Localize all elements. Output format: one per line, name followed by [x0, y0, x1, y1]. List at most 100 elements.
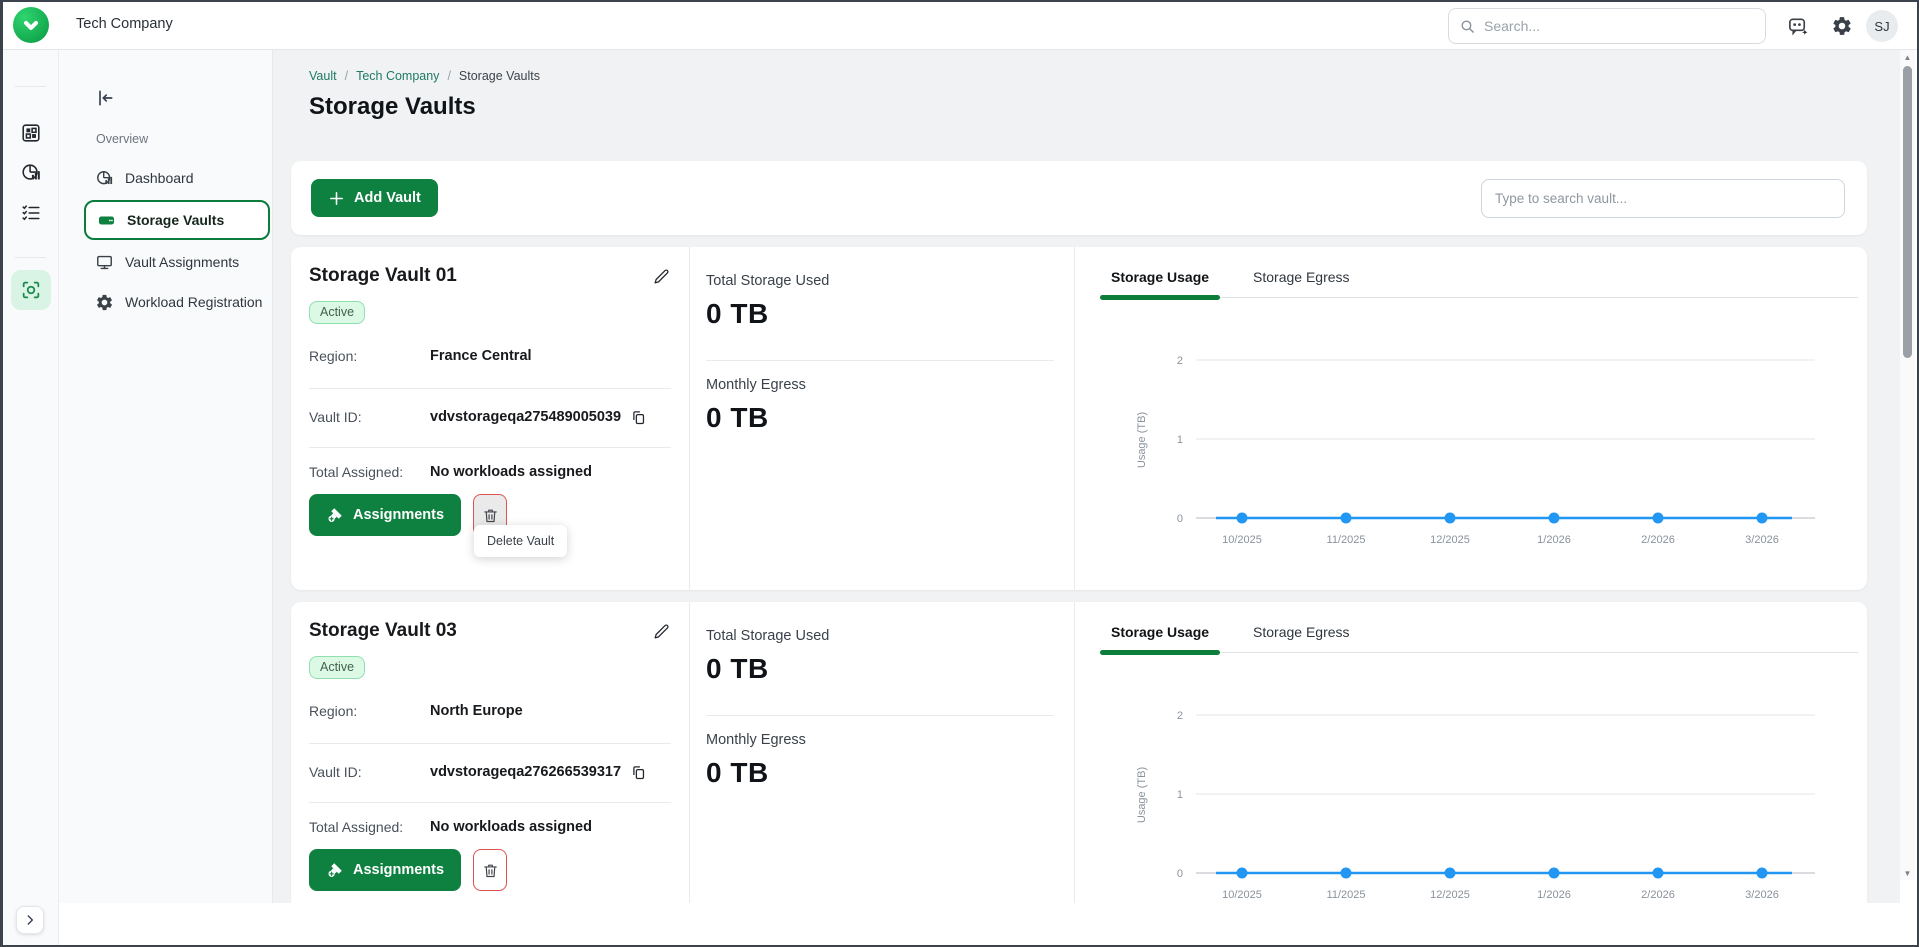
svg-text:12/2025: 12/2025	[1430, 889, 1470, 901]
scroll-down-icon[interactable]: ▼	[1900, 866, 1915, 880]
copy-icon[interactable]	[630, 764, 647, 781]
svg-text:10/2025: 10/2025	[1222, 534, 1262, 546]
region-label: Region:	[309, 703, 430, 719]
rail-analytics-pie-icon[interactable]	[3, 153, 59, 193]
storage-used-label: Total Storage Used	[706, 273, 1054, 289]
svg-text:3/2026: 3/2026	[1745, 889, 1779, 901]
storage-usage-chart: 210Usage (TB)10/202511/202512/20251/2026…	[1100, 306, 1858, 558]
assignments-icon	[326, 506, 344, 524]
sidebar-item-label: Workload Registration	[125, 294, 262, 310]
delete-vault-button[interactable]	[473, 849, 507, 891]
breadcrumb: Vault / Tech Company / Storage Vaults	[309, 69, 1900, 83]
copy-icon[interactable]	[630, 409, 647, 426]
storage-used-value: 0 TB	[706, 298, 1054, 330]
divider	[309, 802, 671, 803]
scrollbar-thumb[interactable]	[1903, 66, 1912, 358]
vault-metrics-column: Total Storage Used 0 TB Monthly Egress 0…	[690, 247, 1075, 590]
edit-pencil-icon[interactable]	[652, 267, 671, 286]
total-assigned-value: No workloads assigned	[430, 819, 592, 835]
breadcrumb-vault[interactable]: Vault	[309, 69, 337, 83]
monitor-icon	[95, 253, 114, 272]
tab-storage-egress[interactable]: Storage Egress	[1242, 624, 1361, 652]
sidebar-item-label: Vault Assignments	[125, 254, 239, 270]
plus-icon	[328, 190, 345, 207]
svg-text:2/2026: 2/2026	[1641, 889, 1675, 901]
region-value: France Central	[430, 348, 532, 364]
svg-text:2/2026: 2/2026	[1641, 534, 1675, 546]
rail-dashboard-grid-icon[interactable]	[3, 113, 59, 153]
divider	[309, 447, 671, 448]
tab-storage-usage[interactable]: Storage Usage	[1100, 269, 1220, 297]
region-value: North Europe	[430, 703, 523, 719]
vault-info-column: Storage Vault 03 Active Region: North Eu…	[291, 602, 690, 903]
storage-usage-chart: 210Usage (TB)10/202511/202512/20251/2026…	[1100, 661, 1858, 903]
assignments-icon	[326, 861, 344, 879]
svg-text:Usage (TB): Usage (TB)	[1136, 767, 1148, 823]
total-assigned-value: No workloads assigned	[430, 464, 592, 480]
tab-storage-egress[interactable]: Storage Egress	[1242, 269, 1361, 297]
delete-vault-tooltip: Delete Vault	[474, 525, 567, 557]
rail-workload-scan-icon[interactable]	[11, 270, 51, 310]
total-assigned-label: Total Assigned:	[309, 819, 430, 835]
svg-text:3/2026: 3/2026	[1745, 534, 1779, 546]
settings-gear-icon[interactable]	[1831, 15, 1853, 37]
vault-id-label: Vault ID:	[309, 409, 430, 425]
sidebar-item-dashboard[interactable]: Dashboard	[84, 160, 270, 196]
company-name: Tech Company	[76, 16, 173, 32]
vault-card-storage-vault-03: Storage Vault 03 Active Region: North Eu…	[291, 602, 1867, 903]
divider	[309, 743, 671, 744]
breadcrumb-current: Storage Vaults	[459, 69, 540, 83]
breadcrumb-company[interactable]: Tech Company	[356, 69, 439, 83]
sidebar-item-workload-registration[interactable]: Workload Registration	[84, 284, 270, 320]
svg-text:12/2025: 12/2025	[1430, 534, 1470, 546]
monthly-egress-label: Monthly Egress	[706, 732, 1054, 748]
global-search[interactable]	[1448, 8, 1766, 44]
svg-text:1: 1	[1177, 434, 1183, 446]
rail-checklist-icon[interactable]	[3, 193, 59, 233]
assignments-button[interactable]: Assignments	[309, 494, 461, 536]
svg-text:10/2025: 10/2025	[1222, 889, 1262, 901]
vault-id-value: vdvstorageqa275489005039	[430, 409, 621, 425]
vault-info-column: Storage Vault 01 Active Region: France C…	[291, 247, 690, 590]
monthly-egress-label: Monthly Egress	[706, 377, 1054, 393]
storage-vault-icon	[97, 211, 116, 230]
scroll-up-icon[interactable]: ▲	[1900, 50, 1915, 64]
sidebar-item-storage-vaults[interactable]: Storage Vaults	[84, 200, 270, 240]
nav-section-label: Overview	[96, 132, 272, 146]
vertical-scrollbar[interactable]: ▲ ▼	[1900, 50, 1915, 880]
vault-chart-column: Storage Usage Storage Egress 210Usage (T…	[1075, 602, 1872, 903]
storage-used-label: Total Storage Used	[706, 628, 1054, 644]
sidebar-expand-button[interactable]	[16, 906, 44, 934]
assignments-button[interactable]: Assignments	[309, 849, 461, 891]
monthly-egress-value: 0 TB	[706, 757, 1054, 789]
icon-rail	[3, 50, 59, 945]
chart-tabs: Storage Usage Storage Egress	[1100, 624, 1858, 653]
edit-pencil-icon[interactable]	[652, 622, 671, 641]
rail-divider	[15, 257, 46, 258]
storage-used-value: 0 TB	[706, 653, 1054, 685]
trash-icon	[482, 862, 499, 879]
user-avatar[interactable]: SJ	[1866, 10, 1898, 42]
vault-card-storage-vault-01: Storage Vault 01 Active Region: France C…	[291, 247, 1867, 590]
svg-text:1/2026: 1/2026	[1537, 534, 1571, 546]
breadcrumb-separator: /	[447, 69, 450, 83]
feedback-chat-icon[interactable]	[1787, 15, 1810, 38]
svg-text:2: 2	[1177, 710, 1183, 722]
sidebar-item-vault-assignments[interactable]: Vault Assignments	[84, 244, 270, 280]
rail-divider	[15, 86, 46, 87]
gear-icon	[95, 293, 114, 312]
add-vault-button[interactable]: Add Vault	[311, 179, 438, 217]
status-badge: Active	[309, 656, 365, 679]
monthly-egress-value: 0 TB	[706, 402, 1054, 434]
vault-search-input[interactable]	[1481, 179, 1845, 218]
region-label: Region:	[309, 348, 430, 364]
collapse-sidebar-icon[interactable]	[95, 88, 115, 108]
svg-text:11/2025: 11/2025	[1327, 534, 1366, 546]
app-window: Tech Company SJ	[0, 0, 1919, 947]
breadcrumb-separator: /	[345, 69, 348, 83]
svg-text:11/2025: 11/2025	[1327, 889, 1366, 901]
search-input[interactable]	[1484, 18, 1755, 34]
vault-chart-column: Storage Usage Storage Egress 210Usage (T…	[1075, 247, 1872, 590]
company-logo-icon[interactable]	[13, 7, 49, 43]
tab-storage-usage[interactable]: Storage Usage	[1100, 624, 1220, 652]
